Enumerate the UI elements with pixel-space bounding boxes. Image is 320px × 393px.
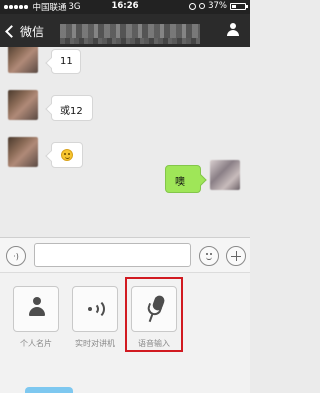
input-bar: ·) (0, 237, 250, 273)
status-right: 37% (189, 1, 248, 11)
message-bubble-incoming[interactable]: 11 (51, 49, 81, 74)
nav-bar: 微信 (0, 14, 250, 47)
smile-emoji-icon (61, 149, 73, 161)
chevron-left-icon (5, 25, 18, 38)
contact-card-label: 个人名片 (20, 339, 52, 348)
message-bubble-incoming[interactable] (51, 142, 83, 168)
emoji-button[interactable] (199, 246, 219, 266)
avatar[interactable] (210, 160, 240, 190)
message-text: 噢 (175, 177, 185, 188)
chat-title-obscured-2 (60, 38, 200, 44)
message-bubble-incoming[interactable]: 或12 (51, 95, 93, 121)
message-text: 或12 (60, 106, 83, 117)
plus-icon (230, 250, 242, 262)
avatar[interactable] (8, 47, 38, 73)
avatar[interactable] (8, 137, 38, 167)
battery-icon (230, 2, 248, 10)
more-tools-button[interactable] (226, 246, 246, 266)
contact-card-icon (29, 297, 45, 319)
message-list[interactable]: 11 或12 噢 (0, 47, 250, 209)
back-button[interactable]: 微信 (4, 23, 44, 40)
lock-rotation-icon (189, 2, 197, 10)
walkie-talkie-label: 实时对讲机 (75, 339, 115, 348)
message-text: 11 (60, 56, 73, 67)
chat-title-obscured (60, 24, 200, 38)
avatar[interactable] (8, 90, 38, 120)
back-label: 微信 (20, 25, 45, 39)
status-bar: 中国联通 3G 16:26 37% (0, 0, 250, 14)
walkie-talkie-icon (86, 299, 106, 319)
message-bubble-outgoing[interactable]: 噢 (165, 165, 201, 193)
alarm-icon (199, 3, 206, 9)
sound-wave-icon: ·) (13, 251, 19, 261)
message-input[interactable] (34, 243, 191, 267)
contact-card-button[interactable] (13, 286, 59, 332)
battery-percent: 37% (208, 1, 227, 11)
smiley-face-icon (203, 250, 215, 262)
chat-info-user-icon[interactable] (226, 23, 240, 37)
panel-page-indicator (25, 387, 73, 393)
walkie-talkie-button[interactable] (72, 286, 118, 332)
voice-mode-button[interactable]: ·) (6, 246, 26, 266)
highlight-annotation (125, 277, 183, 352)
